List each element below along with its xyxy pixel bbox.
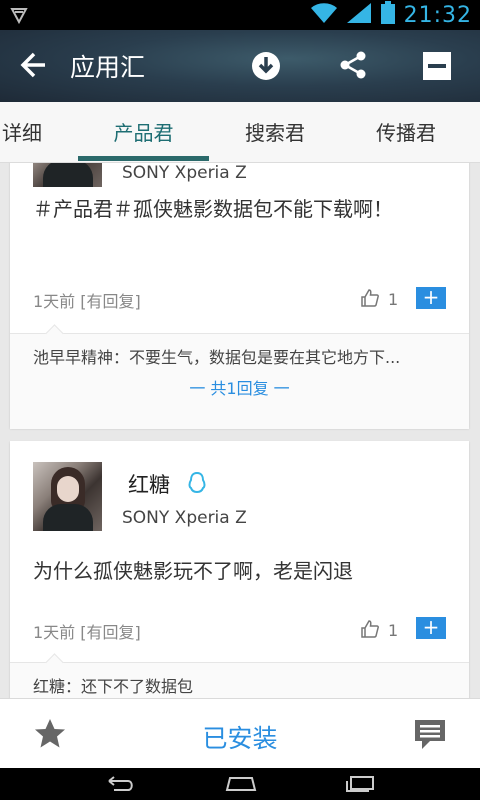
post-meta: 1天前 [有回复] <box>33 623 141 642</box>
comment-icon[interactable] <box>414 719 446 755</box>
post-device: SONY Xperia Z <box>122 163 247 183</box>
reply-area: 红糖：还下不了数据包 <box>10 653 469 698</box>
thumbs-up-icon[interactable] <box>360 619 380 643</box>
qq-icon <box>186 471 208 499</box>
plus-button[interactable]: + <box>416 617 446 639</box>
reply-text: 池早早精神：不要生气，数据包是要在其它地方下... <box>33 348 401 367</box>
tab-bar: 详细 产品君 搜索君 传播君 <box>0 102 480 163</box>
app-title: 应用汇 <box>70 53 146 82</box>
thumbs-up-icon[interactable] <box>360 288 380 312</box>
shield-icon <box>10 6 28 28</box>
back-nav-icon[interactable] <box>106 776 136 796</box>
post-list[interactable]: SONY Xperia Z ＃产品君＃孤侠魅影数据包不能下载啊！ 1天前 [有回… <box>0 163 480 698</box>
like-count: 1 <box>388 621 399 640</box>
app-bar: 应用汇 <box>0 30 480 102</box>
post-username[interactable]: 红糖 <box>128 469 170 499</box>
post-card: SONY Xperia Z ＃产品君＃孤侠魅影数据包不能下载啊！ 1天前 [有回… <box>10 163 469 429</box>
clock: 21:32 <box>403 2 472 28</box>
post-text: ＃产品君＃孤侠魅影数据包不能下载啊！ <box>33 197 393 221</box>
avatar[interactable] <box>33 462 102 531</box>
tab-details[interactable]: 详细 <box>0 102 44 162</box>
reply-caret <box>45 653 64 672</box>
post-device: SONY Xperia Z <box>122 508 247 528</box>
back-arrow-icon[interactable] <box>18 50 48 84</box>
post-card: 红糖 SONY Xperia Z 为什么孤侠魅影玩不了啊，老是闪退 1天前 [有… <box>10 441 469 698</box>
tab-product[interactable]: 产品君 <box>78 102 209 162</box>
status-bar: 21:32 <box>0 0 480 30</box>
reply-text: 红糖：还下不了数据包 <box>33 677 194 696</box>
wifi-icon <box>310 2 338 28</box>
like-count: 1 <box>388 290 399 309</box>
post-meta: 1天前 [有回复] <box>33 292 141 311</box>
bottom-action-bar: 已安装 <box>0 698 480 769</box>
plus-button[interactable]: + <box>416 287 446 309</box>
recents-nav-icon[interactable] <box>345 776 375 796</box>
reply-area: 池早早精神：不要生气，数据包是要在其它地方下... 一 共1回复 一 <box>10 324 469 429</box>
tab-spread[interactable]: 传播君 <box>341 102 471 162</box>
avatar[interactable] <box>33 163 102 187</box>
post-text: 为什么孤侠魅影玩不了啊，老是闪退 <box>33 559 353 583</box>
installed-button[interactable]: 已安装 <box>0 719 480 755</box>
minus-icon[interactable] <box>423 52 451 84</box>
share-icon[interactable] <box>338 50 368 84</box>
download-icon[interactable] <box>250 50 282 86</box>
battery-icon <box>380 1 396 29</box>
system-nav-bar <box>0 768 480 800</box>
signal-icon <box>346 2 372 28</box>
home-nav-icon[interactable] <box>225 776 257 796</box>
reply-caret <box>45 324 64 343</box>
tab-indicator <box>78 156 209 161</box>
tab-search[interactable]: 搜索君 <box>210 102 340 162</box>
reply-count-link[interactable]: 一 共1回复 一 <box>10 375 469 399</box>
